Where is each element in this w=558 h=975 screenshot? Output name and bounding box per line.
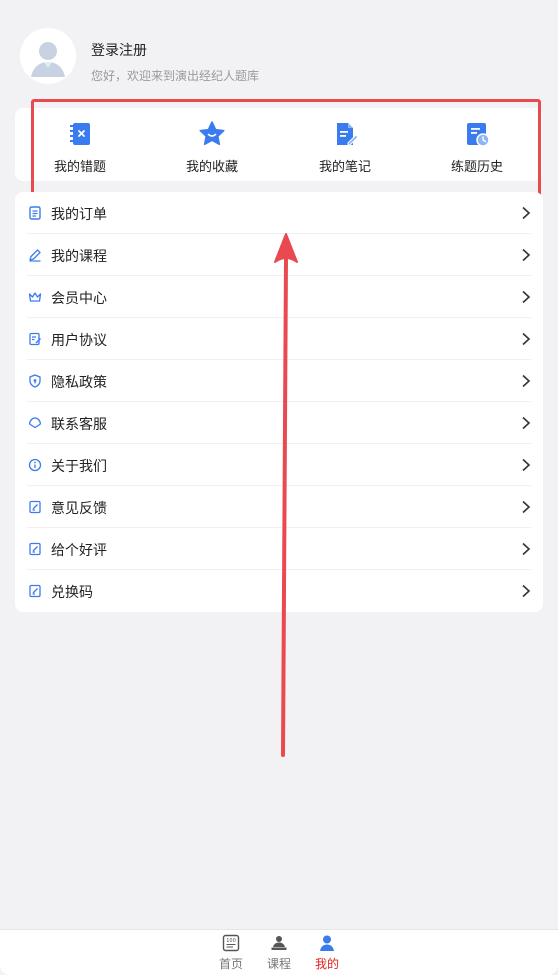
tab-courses[interactable]: 课程 (254, 934, 304, 974)
profile-header[interactable]: 登录注册 您好，欢迎来到演出经纪人题库 (20, 28, 540, 88)
tab-home[interactable]: 100 首页 (206, 934, 256, 974)
tab-label: 我的 (314, 957, 339, 971)
menu-item-orders[interactable]: 我的订单 (15, 192, 543, 234)
menu-item-about-us[interactable]: 关于我们 (15, 444, 543, 486)
tab-label: 课程 (266, 957, 291, 971)
chevron-right-icon (522, 248, 531, 262)
menu-item-label: 给个好评 (51, 543, 107, 559)
note-edit-icon (337, 123, 359, 146)
feedback-icon (29, 500, 41, 514)
course-icon (271, 936, 287, 950)
menu-item-label: 关于我们 (51, 459, 107, 475)
menu-item-redeem-code[interactable]: 兑换码 (15, 570, 543, 612)
chevron-right-icon (522, 584, 531, 598)
crown-icon (28, 292, 42, 302)
menu-item-membership[interactable]: 会员中心 (15, 276, 543, 318)
customer-service-icon (28, 417, 42, 429)
info-icon (28, 458, 42, 472)
history-clock-icon (467, 123, 490, 147)
chevron-right-icon (522, 416, 531, 430)
menu-item-label: 会员中心 (51, 291, 107, 307)
quick-item-history[interactable]: 练题历史 (432, 120, 522, 175)
shield-icon (29, 374, 41, 388)
quick-item-wrong-questions[interactable]: 我的错题 (35, 120, 125, 175)
star-icon (199, 121, 225, 146)
menu-item-label: 联系客服 (51, 417, 107, 433)
quick-item-label: 我的错题 (53, 160, 106, 175)
menu-item-label: 隐私政策 (51, 375, 107, 391)
default-avatar-icon (20, 28, 76, 84)
quick-item-notes[interactable]: 我的笔记 (300, 120, 390, 175)
svg-text:100: 100 (226, 938, 236, 944)
app-screen: 登录注册 您好，欢迎来到演出经纪人题库 我的错题 我的收藏 我的笔记 练题历史 … (0, 0, 558, 975)
quick-item-label: 我的笔记 (318, 160, 371, 175)
menu-item-label: 我的订单 (51, 207, 107, 223)
menu-item-label: 我的课程 (51, 249, 107, 265)
quick-item-favorites[interactable]: 我的收藏 (167, 120, 257, 175)
settings-menu: 我的订单 我的课程 会员中心 用户协议 隐私政策 联系客服 关于我们 意见反馈 … (15, 192, 543, 612)
menu-item-customer-service[interactable]: 联系客服 (15, 402, 543, 444)
chevron-right-icon (522, 458, 531, 472)
welcome-text: 您好，欢迎来到演出经纪人题库 (91, 69, 260, 83)
menu-item-label: 用户协议 (51, 333, 107, 349)
menu-item-courses[interactable]: 我的课程 (15, 234, 543, 276)
tab-mine[interactable]: 我的 (302, 934, 352, 974)
menu-item-label: 意见反馈 (51, 501, 107, 517)
review-icon (29, 542, 41, 556)
avatar[interactable] (20, 28, 76, 84)
chevron-right-icon (522, 542, 531, 556)
agreement-icon (29, 332, 41, 346)
menu-item-rate-us[interactable]: 给个好评 (15, 528, 543, 570)
home-100-icon: 100 (222, 934, 240, 952)
chevron-right-icon (522, 332, 531, 346)
menu-item-privacy-policy[interactable]: 隐私政策 (15, 360, 543, 402)
user-icon (320, 935, 334, 951)
chevron-right-icon (522, 500, 531, 514)
chevron-right-icon (522, 206, 531, 220)
bottom-tab-bar: 100 首页 课程 我的 (0, 929, 558, 975)
order-icon (29, 206, 41, 220)
redeem-icon (29, 584, 41, 598)
quick-item-label: 练题历史 (450, 160, 503, 175)
quick-item-label: 我的收藏 (185, 160, 238, 175)
wrong-questions-icon (70, 123, 90, 145)
menu-item-user-agreement[interactable]: 用户协议 (15, 318, 543, 360)
chevron-right-icon (522, 374, 531, 388)
chevron-right-icon (522, 290, 531, 304)
menu-item-label: 兑换码 (51, 585, 93, 601)
login-register-link[interactable]: 登录注册 (91, 40, 147, 60)
tab-label: 首页 (218, 957, 243, 971)
pen-icon (29, 249, 41, 262)
menu-item-feedback[interactable]: 意见反馈 (15, 486, 543, 528)
quick-actions-card: 我的错题 我的收藏 我的笔记 练题历史 (15, 108, 542, 181)
